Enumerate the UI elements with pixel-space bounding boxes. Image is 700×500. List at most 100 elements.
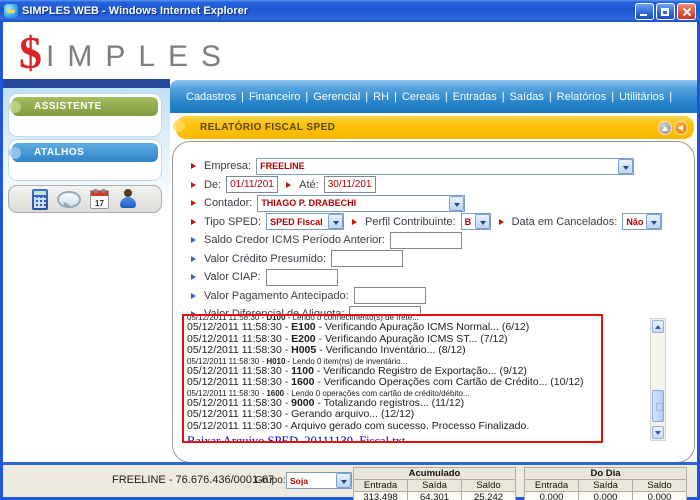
de-input[interactable]	[226, 176, 278, 193]
acumulado-table: Acumulado Entrada Saída Saldo 313,498 64…	[353, 467, 516, 500]
user-icon[interactable]	[118, 189, 138, 209]
menu-item-entradas[interactable]: Entradas	[453, 91, 497, 103]
grupo-value: Soja	[287, 476, 336, 486]
menu-item-cereais[interactable]: Cereais	[402, 91, 440, 103]
bullet-arrow-icon	[191, 256, 199, 262]
report-panel: Empresa: FREELINE De: Até: Contador: THI…	[172, 141, 695, 463]
menu-separator: |	[445, 91, 448, 103]
bullet-arrow-icon	[499, 219, 507, 225]
calculator-icon[interactable]	[32, 189, 48, 210]
form-row-valor-pagamento: Valor Pagamento Antecipado:	[189, 288, 694, 304]
scrollbar-up-button[interactable]	[652, 320, 664, 333]
empresa-label: Empresa:	[204, 160, 251, 172]
tipo-sped-select[interactable]: SPED Fiscal	[266, 213, 344, 230]
log-scrollbar[interactable]	[650, 318, 666, 441]
cancelados-label: Data em Cancelados:	[512, 216, 618, 228]
valor-ciap-label: Valor CIAP:	[204, 271, 261, 283]
process-log: 05/12/2011 11:58:30 - D100 - Lendo o con…	[182, 314, 603, 443]
perfil-value: B	[462, 217, 475, 227]
bullet-arrow-icon	[286, 182, 294, 188]
dropdown-arrow-icon	[449, 196, 464, 211]
valor-credito-label: Valor Crédito Presumido:	[204, 253, 326, 265]
form-row-saldo-credor: Saldo Credor ICMS Período Anterior:	[189, 232, 694, 248]
sidebar-item-assistente[interactable]: ASSISTENTE	[12, 97, 158, 116]
minimize-button[interactable]	[635, 3, 654, 20]
down-arrow-icon	[655, 431, 661, 435]
dodia-table: Do Dia Entrada Saída Saldo 0,000 0,000 0…	[524, 467, 687, 500]
calendar-icon[interactable]: 17	[90, 190, 109, 209]
window-title: SIMPLES WEB - Windows Internet Explorer	[22, 5, 635, 17]
dropdown-arrow-icon	[336, 473, 351, 488]
sidebar-item-atalhos[interactable]: ATALHOS	[12, 143, 158, 162]
menu-item-gerencial[interactable]: Gerencial	[313, 91, 360, 103]
acumulado-saldo-value: 25,242	[462, 492, 516, 500]
dropdown-arrow-icon	[475, 214, 490, 229]
dropdown-arrow-icon	[328, 214, 343, 229]
maximize-button[interactable]	[656, 3, 675, 20]
sidebar-toolbar: 17	[8, 185, 162, 213]
column-header: Saída	[408, 480, 462, 492]
logo-text: IMPLES	[46, 41, 234, 73]
bullet-icon	[173, 120, 185, 132]
menu-separator: |	[394, 91, 397, 103]
menu-separator: |	[549, 91, 552, 103]
bullet-arrow-icon	[191, 182, 199, 188]
form-row-empresa: Empresa: FREELINE	[189, 158, 694, 174]
menu-separator: |	[669, 91, 672, 103]
valor-credito-input[interactable]	[331, 250, 403, 267]
menu-item-utilitarios[interactable]: Utilitários	[619, 91, 664, 103]
sidebar-top-strip	[3, 79, 170, 88]
chat-bubble-icon[interactable]	[57, 191, 81, 208]
valor-pagamento-input[interactable]	[354, 287, 426, 304]
form-row-valor-ciap: Valor CIAP:	[189, 269, 694, 285]
close-button[interactable]	[677, 3, 696, 20]
dodia-saida-value: 0,000	[579, 492, 633, 500]
main-menu: Cadastros | Financeiro | Gerencial | RH | Ce…	[170, 80, 697, 113]
bullet-arrow-icon	[352, 219, 360, 225]
back-button[interactable]	[674, 121, 688, 135]
menu-item-relatorios[interactable]: Relatórios	[557, 91, 607, 103]
perfil-select[interactable]: B	[461, 213, 491, 230]
download-sped-link[interactable]: Baixar Arquivo SPED_20111130_Fiscal.txt	[187, 434, 405, 443]
status-bar: FREELINE - 76.676.436/0001-67 Grupo: Soj…	[3, 465, 697, 497]
perfil-label: Perfil Contribuinte:	[365, 216, 456, 228]
form-row-valor-credito: Valor Crédito Presumido:	[189, 251, 694, 267]
bullet-arrow-icon	[191, 293, 199, 299]
contador-label: Contador:	[204, 197, 252, 209]
title-bar[interactable]: SIMPLES WEB - Windows Internet Explorer	[0, 0, 700, 22]
scrollbar-thumb[interactable]	[652, 390, 664, 422]
log-entry: 05/12/2011 11:58:30 - H005 - Verificando…	[187, 345, 598, 357]
valor-pagamento-label: Valor Pagamento Antecipado:	[204, 290, 349, 302]
assistente-panel: ASSISTENTE	[8, 93, 162, 137]
tipo-sped-label: Tipo SPED:	[204, 216, 261, 228]
saldo-credor-input[interactable]	[390, 232, 462, 249]
menu-item-rh[interactable]: RH	[373, 91, 389, 103]
menu-item-saidas[interactable]: Saídas	[510, 91, 544, 103]
valor-ciap-input[interactable]	[266, 269, 338, 286]
column-header: Saldo	[633, 480, 687, 492]
menu-item-financeiro[interactable]: Financeiro	[249, 91, 300, 103]
form-row-periodo: De: Até:	[189, 177, 694, 193]
browser-window: SIMPLES WEB - Windows Internet Explorer …	[0, 0, 700, 500]
dropdown-arrow-icon	[618, 159, 633, 174]
window-controls	[635, 3, 696, 20]
menu-separator: |	[365, 91, 368, 103]
empresa-select[interactable]: FREELINE	[256, 158, 634, 175]
column-header: Saldo	[462, 480, 516, 492]
cancelados-select[interactable]: Não	[622, 213, 662, 230]
ate-input[interactable]	[324, 176, 376, 193]
internet-explorer-icon	[4, 4, 18, 18]
tipo-sped-value: SPED Fiscal	[267, 217, 328, 227]
menu-separator: |	[611, 91, 614, 103]
form-row-contador: Contador: THIAGO P. DRABECHI	[189, 195, 694, 211]
contador-select[interactable]: THIAGO P. DRABECHI	[257, 195, 465, 212]
acumulado-title: Acumulado	[354, 468, 516, 480]
up-arrow-icon	[662, 126, 668, 131]
scrollbar-down-button[interactable]	[652, 426, 664, 439]
grupo-select[interactable]: Soja	[286, 472, 352, 489]
dropdown-arrow-icon	[646, 214, 661, 229]
menu-item-cadastros[interactable]: Cadastros	[186, 91, 236, 103]
acumulado-entrada-value: 313,498	[354, 492, 408, 500]
scroll-top-button[interactable]	[658, 121, 672, 135]
column-header: Saída	[579, 480, 633, 492]
